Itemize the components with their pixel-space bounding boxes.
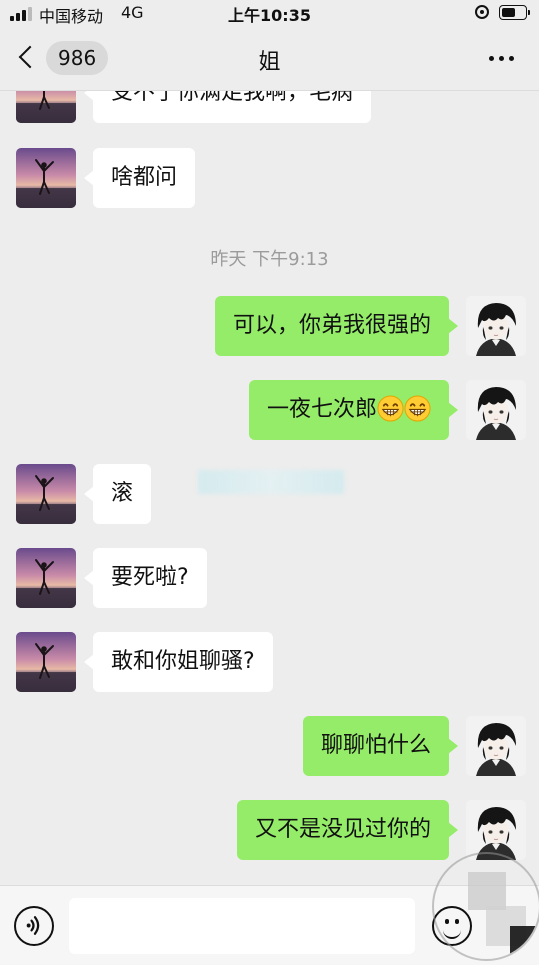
my-avatar[interactable] [466, 800, 526, 860]
my-avatar[interactable] [466, 716, 526, 776]
sent-message[interactable]: 聊聊怕什么 [302, 716, 459, 776]
more-options-button[interactable] [484, 54, 520, 64]
sent-message[interactable]: 可以，你弟我很强的 [214, 296, 459, 356]
message-input[interactable] [69, 898, 415, 954]
status-time: 上午10:35 [228, 6, 311, 25]
redaction-blur [198, 470, 344, 494]
received-message[interactable]: 啥都问 [83, 148, 196, 208]
sent-message[interactable]: 一夜七次郎 [248, 380, 459, 440]
sent-message-text: 一夜七次郎 [266, 397, 377, 422]
voice-input-button[interactable] [14, 906, 54, 946]
contact-avatar[interactable] [16, 632, 76, 692]
more-icon [489, 56, 494, 61]
battery-icon [499, 5, 527, 20]
message-list[interactable]: 受不了你满足我啊，毛病 啥都问 昨天 下午9:13 可以，你弟我很强的 一夜七次… [0, 91, 539, 885]
sent-message[interactable]: 又不是没见过你的 [236, 800, 459, 860]
voice-icon [26, 916, 40, 935]
grinning-face-emoji-icon [377, 395, 404, 422]
contact-avatar[interactable] [16, 548, 76, 608]
contact-avatar[interactable] [16, 148, 76, 208]
grinning-face-emoji-icon [404, 395, 431, 422]
chat-screen: 中国移动 4G 上午10:35 986 姐 受不了你满足我啊，毛病 啥都问 昨天… [0, 0, 539, 965]
watermark-logo [432, 852, 539, 961]
message-timestamp: 昨天 下午9:13 [210, 249, 329, 270]
status-bar: 中国移动 4G 上午10:35 [0, 0, 539, 26]
received-message[interactable]: 受不了你满足我啊，毛病 [83, 91, 372, 123]
orientation-lock-icon [475, 5, 489, 19]
received-message[interactable]: 要死啦? [84, 548, 207, 608]
chat-title: 姐 [258, 50, 281, 75]
contact-avatar[interactable] [16, 464, 76, 524]
received-message[interactable]: 滚 [83, 464, 152, 524]
my-avatar[interactable] [466, 296, 526, 356]
battery-cap [528, 10, 530, 15]
chat-header: 986 姐 [0, 26, 539, 91]
my-avatar[interactable] [466, 380, 526, 440]
contact-avatar[interactable] [16, 91, 76, 123]
received-message[interactable]: 敢和你姐聊骚? [84, 632, 273, 692]
